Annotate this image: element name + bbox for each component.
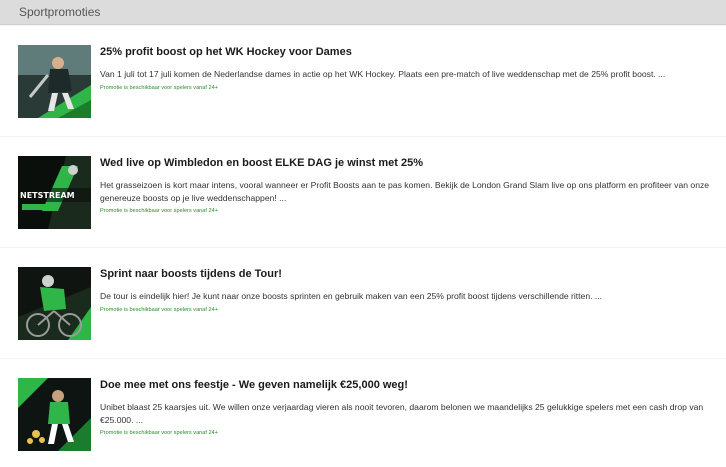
promo-card-hockey[interactable]: 25% profit boost op het WK Hockey voor D… <box>0 26 726 136</box>
cyclist-image[interactable] <box>18 267 91 340</box>
promo-card-tour[interactable]: Sprint naar boosts tijdens de Tour! De t… <box>0 248 726 358</box>
promo-availability: Promotie is beschikbaar voor spelers van… <box>100 208 218 214</box>
promo-title[interactable]: Wed live op Wimbledon en boost ELKE DAG … <box>100 157 423 169</box>
promo-description: De tour is eindelijk hier! Je kunt naar … <box>100 291 603 301</box>
promo-availability: Promotie is beschikbaar voor spelers van… <box>100 430 218 436</box>
tennis-stream-image[interactable]: NETSTREAM <box>18 156 91 229</box>
promo-description: Unibet blaast 25 kaarsjes uit. We willen… <box>100 402 704 425</box>
birthday-athletes-image[interactable] <box>18 378 91 451</box>
hockey-player-image[interactable] <box>18 45 91 118</box>
promo-description: Het grasseizoen is kort maar intens, voo… <box>100 180 710 203</box>
promo-availability: Promotie is beschikbaar voor spelers van… <box>100 85 218 91</box>
promo-card-wimbledon[interactable]: NETSTREAM Wed live op Wimbledon en boost… <box>0 137 726 247</box>
section-header: Sportpromoties <box>0 0 726 25</box>
stream-label: NETSTREAM <box>20 191 75 200</box>
promo-title[interactable]: Doe mee met ons feestje - We geven namel… <box>100 379 408 391</box>
promo-availability: Promotie is beschikbaar voor spelers van… <box>100 307 218 313</box>
promo-title[interactable]: 25% profit boost op het WK Hockey voor D… <box>100 46 352 58</box>
promo-description: Van 1 juli tot 17 juli komen de Nederlan… <box>100 69 666 79</box>
section-title: Sportpromoties <box>19 5 101 19</box>
promo-title[interactable]: Sprint naar boosts tijdens de Tour! <box>100 268 282 280</box>
promo-card-party[interactable]: Doe mee met ons feestje - We geven namel… <box>0 359 726 467</box>
